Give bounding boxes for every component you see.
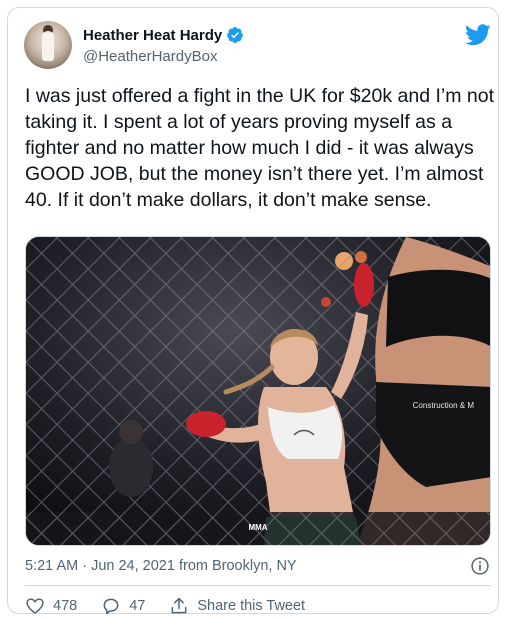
info-icon[interactable] xyxy=(470,556,490,576)
tweet-actions: 478 47 Share this Tweet xyxy=(25,594,329,618)
divider xyxy=(25,585,491,586)
reply-bubble-icon xyxy=(103,598,119,615)
author-name-row[interactable]: Heather Heat Hardy xyxy=(83,26,244,44)
heart-icon xyxy=(26,598,44,615)
banner-text: Construction & M xyxy=(413,401,475,410)
avatar-figure xyxy=(42,31,54,61)
twitter-bird-icon[interactable] xyxy=(465,24,491,46)
share-icon xyxy=(171,597,187,614)
author-handle[interactable]: @HeatherHardyBox xyxy=(83,48,217,65)
like-button[interactable]: 478 xyxy=(25,596,77,616)
reply-button[interactable]: 47 xyxy=(101,596,145,616)
share-button[interactable]: Share this Tweet xyxy=(169,596,305,616)
author-name[interactable]: Heather Heat Hardy xyxy=(83,27,222,44)
share-label: Share this Tweet xyxy=(197,598,306,614)
photo-watermark: MMA xyxy=(248,523,267,532)
reply-count: 47 xyxy=(129,598,146,614)
tweet-timestamp[interactable]: 5:21 AM · Jun 24, 2021 from Brooklyn, NY xyxy=(25,558,297,574)
tweet-photo[interactable]: Construction & M MMA xyxy=(25,236,491,546)
fight-photo-illustration: Construction & M MMA xyxy=(26,237,490,545)
tweet-text: I was just offered a fight in the UK for… xyxy=(25,85,494,211)
avatar[interactable] xyxy=(24,21,72,69)
tweet-card: Heather Heat Hardy @HeatherHardyBox I wa… xyxy=(7,7,499,615)
like-count: 478 xyxy=(53,598,78,614)
verified-badge-icon xyxy=(227,27,244,43)
